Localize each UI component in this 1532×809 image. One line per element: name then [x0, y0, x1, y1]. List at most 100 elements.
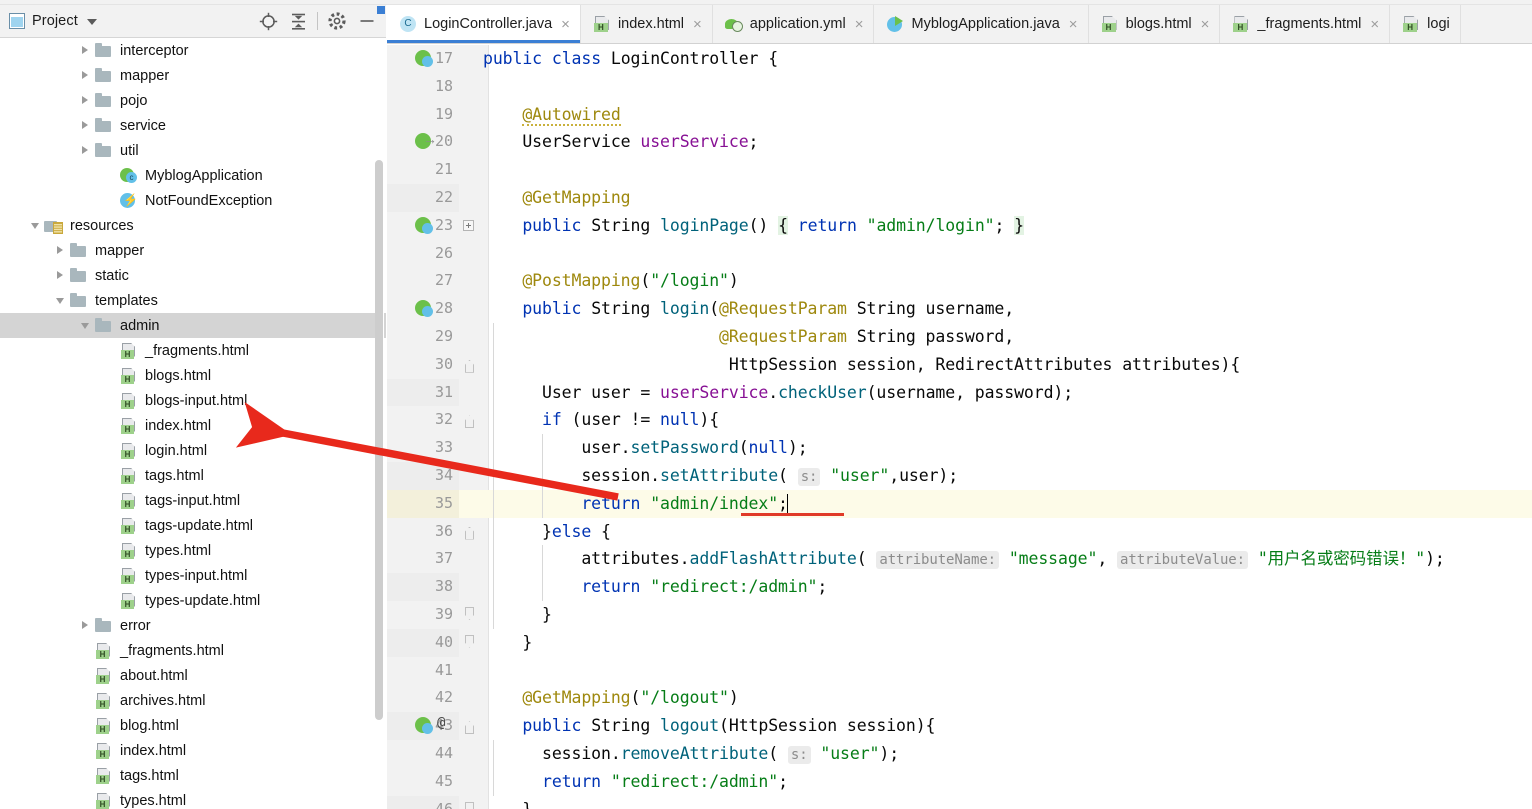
line-number[interactable]: 27 [387, 267, 459, 295]
line-number[interactable]: 41 [387, 657, 459, 685]
code-text[interactable]: attributes.addFlashAttribute( attributeN… [483, 545, 1445, 573]
code-text[interactable]: } [483, 629, 532, 657]
code-text[interactable]: if (user != null){ [483, 406, 719, 434]
tree-file-archives.html[interactable]: archives.html [0, 688, 386, 713]
tree-folder-interceptor[interactable]: interceptor [0, 38, 386, 63]
tree-file-about.html[interactable]: about.html [0, 663, 386, 688]
line-number[interactable]: 30 [387, 351, 459, 379]
line-number[interactable]: 36 [387, 518, 459, 546]
code-text[interactable]: return "redirect:/admin"; [483, 573, 827, 601]
tree-file-index.html[interactable]: index.html [0, 413, 386, 438]
line-number[interactable]: 26 [387, 240, 459, 268]
editor-tab-logincontroller-java[interactable]: LoginController.java × [387, 5, 581, 43]
locate-target-icon[interactable] [253, 7, 283, 35]
code-fold-handle[interactable] [465, 526, 474, 540]
line-number[interactable]: 37 [387, 545, 459, 573]
project-tree-scrollbar[interactable] [375, 40, 384, 806]
tree-file-login.html[interactable]: login.html [0, 438, 386, 463]
code-text[interactable]: public class LoginController { [483, 45, 778, 73]
code-text[interactable]: public String logout(HttpSession session… [483, 712, 935, 740]
tree-folder-mapper[interactable]: mapper [0, 63, 386, 88]
editor-tab-application-yml[interactable]: application.yml × [713, 5, 875, 43]
code-fold-handle[interactable] [465, 415, 474, 429]
line-number[interactable]: 40 [387, 628, 459, 657]
line-number[interactable]: 45 [387, 768, 459, 796]
tree-file-tags-input.html[interactable]: tags-input.html [0, 488, 386, 513]
line-number[interactable]: 38 [387, 573, 459, 601]
code-text[interactable]: User user = userService.checkUser(userna… [483, 379, 1073, 407]
code-fold-handle[interactable] [465, 634, 474, 648]
code-text[interactable]: HttpSession session, RedirectAttributes … [483, 351, 1240, 379]
spring-bean-gutter-icon[interactable] [415, 216, 435, 236]
code-fold-handle[interactable] [465, 606, 474, 620]
close-icon[interactable]: × [1199, 17, 1210, 32]
spring-bean-gutter-icon[interactable] [415, 299, 435, 319]
tree-folder-error[interactable]: error [0, 613, 386, 638]
tree-folder-resources[interactable]: resources [0, 213, 386, 238]
spring-bean-gutter-icon[interactable] [415, 131, 437, 152]
collapse-all-icon[interactable] [283, 7, 313, 35]
chevron-down-icon[interactable] [78, 313, 94, 338]
code-text[interactable]: } [483, 796, 532, 809]
close-icon[interactable]: × [691, 17, 702, 32]
close-icon[interactable]: × [1368, 17, 1379, 32]
tree-file-types.html[interactable]: types.html [0, 538, 386, 563]
tree-folder-mapper[interactable]: mapper [0, 238, 386, 263]
line-number[interactable]: 46 [387, 795, 459, 809]
tree-folder-util[interactable]: util [0, 138, 386, 163]
chevron-right-icon[interactable] [78, 63, 94, 88]
code-text[interactable]: session.setAttribute( s: "user",user); [483, 462, 958, 490]
editor-tab-blogs-html[interactable]: blogs.html × [1089, 5, 1221, 43]
tree-file-tags.html[interactable]: tags.html [0, 463, 386, 488]
spring-bean-gutter-icon[interactable] [415, 49, 435, 69]
line-number[interactable]: 29 [387, 323, 459, 351]
chevron-right-icon[interactable] [53, 263, 69, 288]
scrollbar-thumb[interactable] [375, 160, 383, 720]
line-number[interactable]: 35 [387, 489, 459, 518]
code-text[interactable]: user.setPassword(null); [483, 434, 807, 462]
line-number[interactable]: 18 [387, 73, 459, 101]
code-text[interactable]: @GetMapping [483, 184, 630, 212]
tree-file-_fragments.html[interactable]: _fragments.html [0, 338, 386, 363]
tree-file-tags.html[interactable]: tags.html [0, 763, 386, 788]
tree-file-blogs.html[interactable]: blogs.html [0, 363, 386, 388]
chevron-right-icon[interactable] [78, 613, 94, 638]
code-text[interactable]: return "redirect:/admin"; [483, 768, 788, 796]
tree-file-types-input.html[interactable]: types-input.html [0, 563, 386, 588]
annotation-gutter-icon[interactable]: @ [437, 715, 445, 731]
line-number[interactable]: 32 [387, 406, 459, 434]
editor-tab-_fragments-html[interactable]: _fragments.html × [1220, 5, 1391, 43]
code-text[interactable]: session.removeAttribute( s: "user"); [483, 740, 899, 768]
editor-tab-myblogapplication-java[interactable]: MyblogApplication.java × [874, 5, 1089, 43]
chevron-right-icon[interactable] [78, 38, 94, 63]
spring-bean-gutter-icon[interactable] [415, 716, 435, 736]
tree-file-_fragments.html[interactable]: _fragments.html [0, 638, 386, 663]
tree-folder-service[interactable]: service [0, 113, 386, 138]
editor-tab-bar[interactable]: LoginController.java×index.html×applicat… [387, 5, 1532, 44]
tree-folder-static[interactable]: static [0, 263, 386, 288]
code-fold-handle[interactable] [465, 801, 474, 809]
line-number[interactable]: 34 [387, 461, 459, 490]
tree-file-blogs-input.html[interactable]: blogs-input.html [0, 388, 386, 413]
line-number[interactable]: 39 [387, 601, 459, 629]
project-title-group[interactable]: Project [0, 13, 97, 29]
code-text[interactable]: UserService userService; [483, 128, 758, 156]
project-file-tree[interactable]: interceptor mapper pojo service util MyblogAp… [0, 38, 386, 809]
chevron-right-icon[interactable] [53, 238, 69, 263]
line-number[interactable]: 42 [387, 684, 459, 712]
gear-icon[interactable] [322, 7, 352, 35]
chevron-down-icon[interactable] [86, 19, 97, 25]
code-text[interactable]: @PostMapping("/login") [483, 267, 738, 295]
chevron-down-icon[interactable] [28, 213, 44, 238]
close-icon[interactable]: × [559, 17, 570, 32]
code-editor[interactable]: 17 public class LoginController {18 19 @Au… [387, 45, 1532, 809]
line-number[interactable]: 19 [387, 101, 459, 129]
tree-folder-templates[interactable]: templates [0, 288, 386, 313]
code-fold-handle[interactable] [463, 219, 474, 231]
chevron-right-icon[interactable] [78, 88, 94, 113]
editor-tab-index-html[interactable]: index.html × [581, 5, 713, 43]
tree-file-types-update.html[interactable]: types-update.html [0, 588, 386, 613]
line-number[interactable]: 33 [387, 434, 459, 462]
close-icon[interactable]: × [1067, 17, 1078, 32]
tree-file-index.html[interactable]: index.html [0, 738, 386, 763]
